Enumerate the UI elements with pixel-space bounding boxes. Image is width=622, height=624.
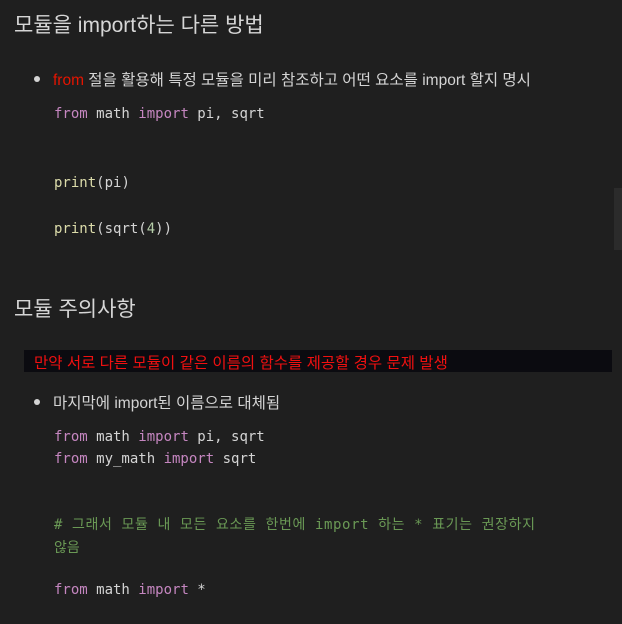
code-token-plain: math <box>87 106 139 122</box>
bullet-icon <box>34 398 40 405</box>
warning-text: 만약 서로 다른 모듈이 같은 이름의 함수를 제공할 경우 문제 발생 <box>34 355 448 372</box>
code-token-kw: from <box>54 106 88 122</box>
code-token-plain: * <box>188 582 206 598</box>
code-token-plain: sqrt <box>214 451 257 467</box>
code-token-plain: math <box>87 429 139 445</box>
code-line: print(pi) <box>54 175 130 191</box>
bullet-icon <box>34 75 40 82</box>
code-token-num: 4 <box>146 221 156 237</box>
bullet-text: 마지막에 import된 이름으로 대체됨 <box>53 395 281 412</box>
code-token-plain: pi, sqrt <box>188 429 265 445</box>
code-comment-line: # 그래서 모듈 내 모든 요소를 한번에 import 하는 * 표기는 권장… <box>54 514 536 534</box>
bullet-last-import: 마지막에 import된 이름으로 대체됨 <box>34 391 280 413</box>
code-token-plain: math <box>87 582 139 598</box>
scrollbar-thumb[interactable] <box>614 188 622 250</box>
code-token-kw: from <box>54 429 88 445</box>
code-token-plain: )) <box>155 221 173 237</box>
from-keyword: from <box>53 72 84 89</box>
code-token-plain: my_math <box>87 451 164 467</box>
code-line: from math import * <box>54 582 206 598</box>
code-token-cm: # 그래서 모듈 내 모든 요소를 한번에 import 하는 * 표기는 권장… <box>54 517 536 533</box>
code-comment-line: 않음 <box>54 537 80 557</box>
section-heading-import-methods: 모듈을 import하는 다른 방법 <box>14 14 264 37</box>
code-token-kw: import <box>138 106 189 122</box>
code-token-plain: (pi) <box>96 175 130 191</box>
code-line: from math import pi, sqrt <box>54 429 265 445</box>
code-line: from math import pi, sqrt <box>54 106 265 122</box>
code-token-kw: import <box>163 451 215 467</box>
bullet-from-clause: from 절을 활용해 특정 모듈을 미리 참조하고 어떤 요소를 import… <box>34 68 531 90</box>
code-token-fn: print <box>54 175 97 191</box>
code-token-plain: pi, sqrt <box>188 106 265 122</box>
code-token-kw: from <box>54 451 88 467</box>
code-token-kw: import <box>138 582 189 598</box>
code-line: print(sqrt(4)) <box>54 221 172 237</box>
bullet-text: 절을 활용해 특정 모듈을 미리 참조하고 어떤 요소를 import 할지 명… <box>84 72 531 89</box>
code-token-kw: from <box>54 582 88 598</box>
code-token-kw: import <box>138 429 189 445</box>
code-token-fn: print <box>54 221 97 237</box>
warning-banner: 만약 서로 다른 모듈이 같은 이름의 함수를 제공할 경우 문제 발생 <box>24 350 612 372</box>
code-token-cm: 않음 <box>54 540 80 556</box>
code-line: from my_math import sqrt <box>54 451 256 467</box>
section-heading-module-caution: 모듈 주의사항 <box>14 298 136 321</box>
code-token-plain: (sqrt( <box>96 221 147 237</box>
